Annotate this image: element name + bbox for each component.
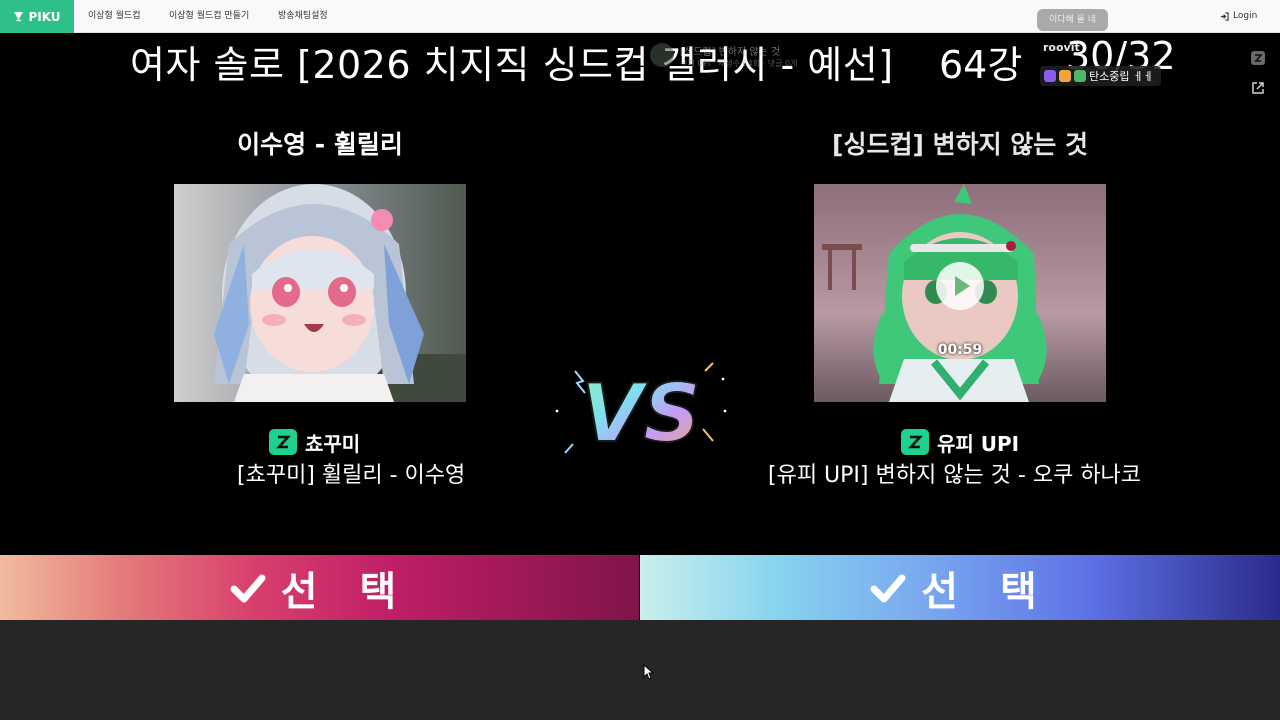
vs-text: VS — [581, 367, 701, 459]
channel-avatar — [650, 43, 674, 67]
select-left-button[interactable]: 선 택 — [0, 555, 639, 620]
chzzk-icon — [901, 429, 929, 455]
left-thumbnail-art — [174, 184, 466, 402]
leaf-icon — [1074, 70, 1086, 82]
vs-emblem: VS — [555, 362, 727, 459]
gift-icon — [1059, 70, 1071, 82]
heart-icon — [1044, 70, 1056, 82]
game-stage: 여자 솔로 [2026 치지직 싱드컵 갤러시 - 예선] 64강 30/32 … — [0, 33, 1280, 620]
left-channel-name: 쵸꾸미 — [305, 431, 361, 456]
left-channel[interactable]: 쵸꾸미 — [269, 429, 361, 456]
left-candidate-title: 이수영 - 휠릴리 — [237, 130, 403, 159]
round-label: 64강 — [939, 43, 1023, 87]
select-right-label: 선 택 — [921, 568, 1051, 615]
checkmark-icon — [230, 574, 266, 602]
checkmark-icon — [870, 574, 906, 602]
select-left-label: 선 택 — [280, 568, 411, 615]
right-video-thumbnail[interactable]: 00:59 — [814, 184, 1106, 402]
login-icon — [1220, 12, 1229, 21]
right-channel-name: 유피 UPI — [937, 431, 1020, 456]
top-navbar: PIKU 이상형 월드컵 이상형 월드컵 만들기 방송채팅설정 이다혜 올 네 … — [0, 0, 1280, 33]
chzzk-side-button[interactable] — [1249, 49, 1267, 67]
right-candidate-title: [싱드컵] 변하지 않는 것 — [832, 130, 1088, 159]
login-link[interactable]: Login — [1220, 0, 1257, 33]
roovit-watermark: roovit — [1043, 41, 1080, 54]
stream-overlay-meta: 유피 UPI · 재생수 64회 · 댓글 0개 — [680, 59, 798, 68]
stream-overlay-title: [싱드컵] 변하지 않는 것 — [680, 47, 781, 58]
chzzk-icon — [1251, 51, 1265, 65]
brand-label: PIKU — [28, 9, 61, 24]
external-link-icon — [1252, 82, 1264, 94]
select-right-button[interactable]: 선 택 — [640, 555, 1280, 620]
right-video-title: [유피 UPI] 변하지 않는 것 - 오쿠 하나코 — [768, 463, 1142, 488]
login-label: Login — [1233, 11, 1258, 21]
nav-link-create-worldcup[interactable]: 이상형 월드컵 만들기 — [169, 0, 249, 33]
left-video-title: [쵸꾸미] 휠릴리 - 이수영 — [237, 463, 466, 488]
right-channel[interactable]: 유피 UPI — [901, 429, 1020, 456]
play-icon[interactable] — [936, 262, 984, 310]
external-link-button[interactable] — [1249, 79, 1267, 97]
chat-badge-text: 탄소중립 ㅔㅔ — [1089, 70, 1154, 83]
brand-logo[interactable]: PIKU — [0, 0, 74, 33]
trophy-icon — [14, 11, 24, 22]
video-duration: 00:59 — [937, 342, 983, 358]
stream-overlay-ghost: [싱드컵] 변하지 않는 것 유피 UPI · 재생수 64회 · 댓글 0개 — [650, 41, 860, 73]
nav-link-worldcup[interactable]: 이상형 월드컵 — [88, 0, 141, 33]
nav-overlay-pill[interactable]: 이다혜 올 네 — [1037, 9, 1108, 31]
chat-badge: 탄소중립 ㅔㅔ — [1040, 66, 1162, 86]
mouse-cursor-icon — [643, 664, 653, 680]
chzzk-icon — [269, 429, 297, 455]
left-video-thumbnail[interactable] — [174, 184, 466, 402]
nav-link-stream-chat-settings[interactable]: 방송채팅설정 — [278, 0, 328, 33]
